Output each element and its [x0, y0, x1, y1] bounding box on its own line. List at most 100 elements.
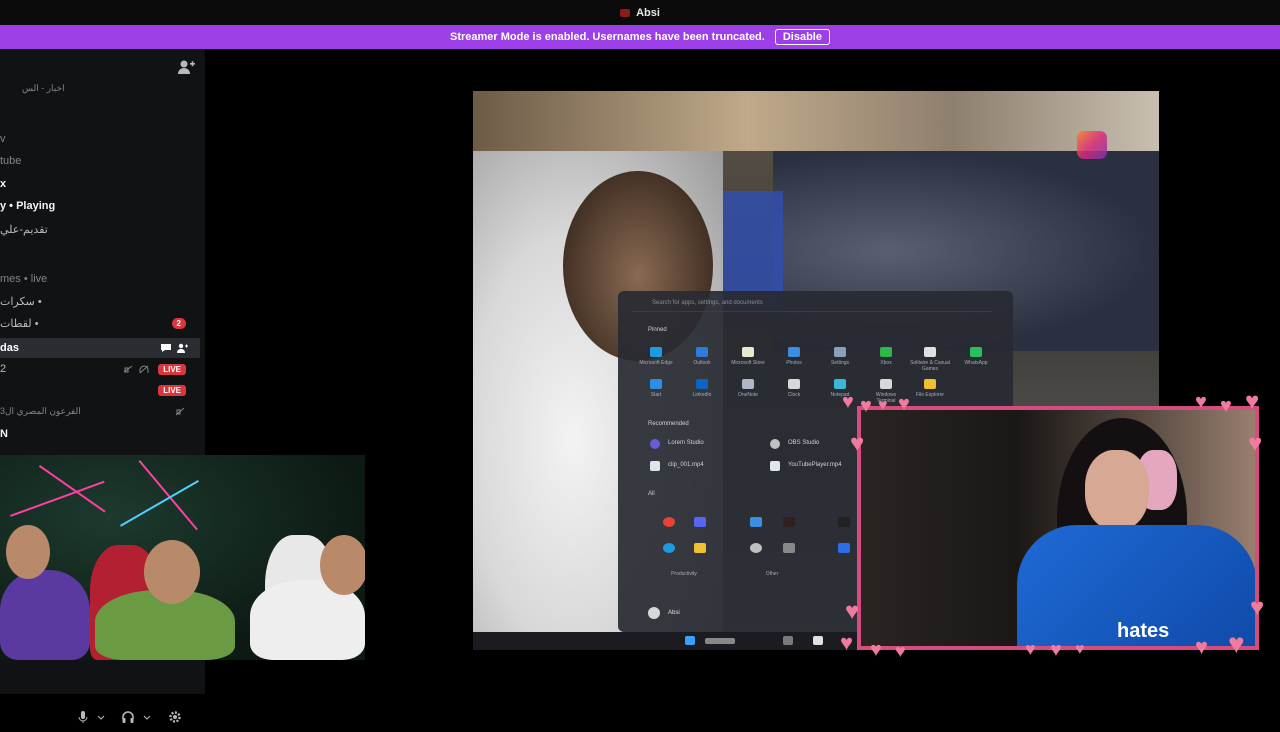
heart-icon: ♥	[1228, 628, 1245, 659]
sidebar-row[interactable]: تقديم-علي	[0, 223, 200, 236]
chevron-down-icon[interactable]	[142, 710, 152, 724]
app-label: LinkedIn	[692, 392, 712, 398]
sidebar-row[interactable]: N	[0, 428, 200, 440]
app-label: Clock	[787, 392, 801, 398]
discord-icon	[694, 517, 706, 527]
app-label: File Explorer	[915, 392, 945, 398]
taskbar-app-icon	[813, 636, 823, 645]
unread-badge: 2	[171, 318, 186, 329]
headset-icon[interactable]	[121, 710, 135, 724]
user-controls	[0, 704, 205, 732]
chat-bubble-icon[interactable]	[160, 343, 172, 353]
window-title: Absi	[636, 6, 660, 19]
app-label: Photos	[786, 360, 802, 366]
app-label: Microsoft Store	[731, 360, 765, 366]
start-search[interactable]: Search for apps, settings, and documents	[632, 297, 992, 312]
notepad-icon	[834, 379, 846, 389]
windows-start-icon	[685, 636, 695, 645]
heart-icon: ♥	[1050, 639, 1062, 661]
app-label: Settings	[830, 360, 850, 366]
onenote-icon	[742, 379, 754, 389]
sidebar-row[interactable]: y • Playing	[0, 200, 200, 212]
heart-icon: ♥	[1195, 391, 1207, 413]
mute-icon	[123, 365, 133, 373]
mute-icon	[175, 407, 185, 416]
file-explorer-icon	[924, 379, 936, 389]
sidebar-row-label: das	[0, 342, 19, 354]
xbox-icon	[880, 347, 892, 357]
chrome-icon	[663, 517, 675, 527]
video-taskbar	[473, 632, 873, 650]
heart-icon: ♥	[1025, 639, 1036, 659]
settings-icon	[834, 347, 846, 357]
sidebar-row[interactable]: لقطات • 2	[0, 317, 200, 333]
sidebar-row[interactable]: 2 LIVE	[0, 363, 200, 379]
led-light	[138, 460, 198, 531]
app-icon	[783, 543, 795, 553]
terminal-icon	[880, 379, 892, 389]
pinned-title: Pinned	[648, 327, 667, 333]
app-icon	[783, 517, 795, 527]
disable-button[interactable]: Disable	[774, 29, 830, 45]
led-light	[38, 465, 106, 513]
face	[144, 540, 200, 604]
search-placeholder: Search for apps, settings, and documents	[652, 300, 763, 306]
sidebar-row-label: لقطات •	[0, 318, 39, 330]
settings-gear-icon[interactable]	[168, 710, 182, 724]
recommended-item: Lorem Studio	[668, 440, 704, 446]
heart-icon: ♥	[898, 393, 910, 415]
linkedin-icon	[696, 379, 708, 389]
streamer-mode-banner: Streamer Mode is enabled. Usernames have…	[0, 25, 1280, 49]
avatar	[648, 607, 660, 619]
mic-icon[interactable]	[76, 710, 90, 724]
add-friend-icon[interactable]	[177, 59, 195, 75]
heart-icon: ♥	[878, 397, 888, 414]
sidebar-row[interactable]: mes • live	[0, 273, 200, 285]
person-left	[0, 570, 90, 660]
edge-icon	[663, 543, 675, 553]
app-label: Microsoft Edge	[639, 360, 673, 366]
webcam-left	[0, 455, 365, 660]
app-label: OneNote	[737, 392, 758, 398]
group-label: Other	[765, 571, 779, 577]
sidebar-row[interactable]: v	[0, 133, 200, 145]
app-icon	[838, 543, 850, 553]
start-app-icon	[650, 379, 662, 389]
deafen-icon	[139, 365, 149, 374]
led-light	[10, 480, 105, 517]
app-label: Xbox	[880, 360, 892, 366]
store-icon	[742, 347, 754, 357]
photos-icon	[788, 347, 800, 357]
sidebar-row[interactable]: x	[0, 178, 200, 190]
group-label: Productivity	[671, 571, 697, 577]
app-icon	[838, 517, 850, 527]
video-background	[473, 91, 1159, 151]
window-titlebar: Absi	[0, 0, 1280, 25]
sidebar-row-active[interactable]: das	[0, 338, 200, 358]
user-add-icon[interactable]	[176, 343, 188, 353]
folder-icon	[694, 543, 706, 553]
sidebar-row[interactable]: الفرعون المصري ال3	[0, 406, 200, 420]
heart-icon: ♥	[895, 641, 906, 661]
webcam-frame	[857, 406, 1259, 650]
clock-icon	[788, 379, 800, 389]
sidebar-row[interactable]: tube	[0, 155, 200, 167]
heart-icon: ♥	[845, 598, 860, 625]
sidebar-row-label: الفرعون المصري ال3	[0, 406, 81, 416]
all-apps-title: All	[648, 491, 655, 497]
recommended-icon	[650, 439, 660, 449]
sidebar-row-label: 2	[0, 363, 7, 375]
heart-icon: ♥	[1250, 594, 1265, 621]
taskbar-app-icon	[783, 636, 793, 645]
app-label: Outlook	[693, 360, 711, 366]
heart-icon: ♥	[1248, 430, 1263, 457]
chevron-down-icon[interactable]	[96, 710, 106, 724]
sidebar-row[interactable]: سكرات •	[0, 295, 200, 308]
heart-icon: ♥	[850, 430, 865, 457]
banner-text: Streamer Mode is enabled. Usernames have…	[450, 31, 765, 43]
obs-icon	[770, 439, 780, 449]
whatsapp-icon	[970, 347, 982, 357]
heart-icon: ♥	[842, 391, 854, 413]
sidebar-row[interactable]: LIVE	[0, 385, 200, 401]
sidebar-row[interactable]: اخبار - الس	[22, 83, 222, 94]
